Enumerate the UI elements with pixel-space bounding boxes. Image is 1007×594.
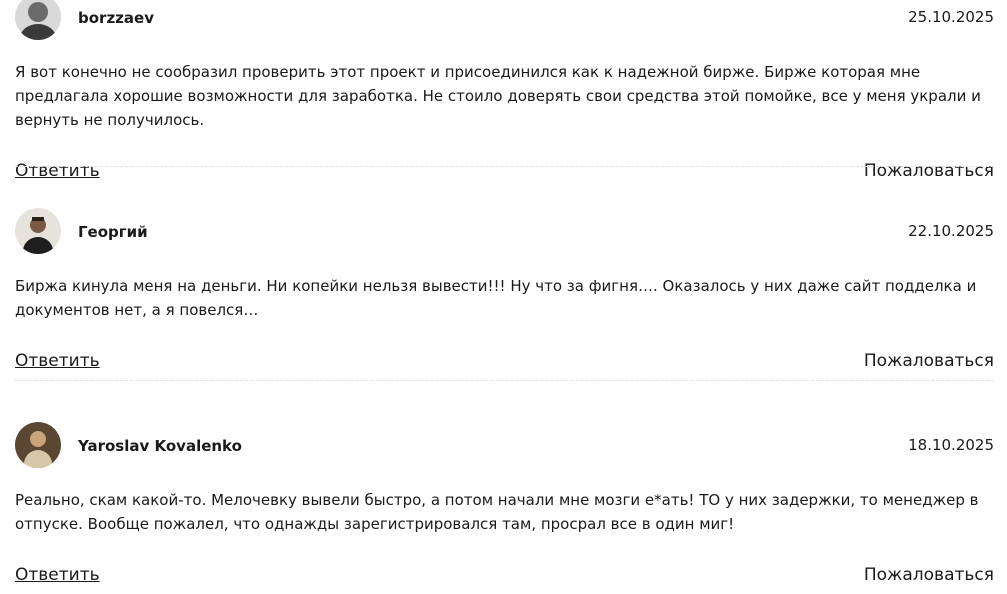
comment-author[interactable]: borzzaev	[78, 8, 154, 28]
comment-actions: Ответить Пожаловаться	[15, 564, 994, 594]
comment-author[interactable]: Георгий	[78, 222, 148, 242]
comment-actions: Ответить Пожаловаться	[15, 350, 994, 380]
comment-header: Yaroslav Kovalenko 18.10.2025	[15, 408, 994, 488]
user-avatar-icon[interactable]	[15, 422, 61, 468]
comment-actions: Ответить Пожаловаться	[15, 160, 994, 190]
report-link[interactable]: Пожаловаться	[864, 350, 994, 372]
comment-divider	[15, 380, 994, 381]
user-avatar-icon[interactable]	[15, 208, 61, 254]
comment-date: 25.10.2025	[908, 8, 994, 26]
comment-text: Я вот конечно не сообразил проверить это…	[15, 63, 981, 129]
comment: Георгий 22.10.2025 Биржа кинула меня на …	[15, 194, 994, 380]
comment-author[interactable]: Yaroslav Kovalenko	[78, 436, 242, 456]
comment-text: Биржа кинула меня на деньги. Ни копейки …	[15, 277, 977, 319]
comment: Yaroslav Kovalenko 18.10.2025 Реально, с…	[15, 408, 994, 594]
comment-divider	[15, 166, 994, 167]
comment-date: 18.10.2025	[908, 436, 994, 454]
reply-link[interactable]: Ответить	[15, 160, 100, 182]
comment: borzzaev 25.10.2025 Я вот конечно не соо…	[15, 0, 994, 190]
reply-link[interactable]: Ответить	[15, 350, 100, 372]
comment-header: Георгий 22.10.2025	[15, 194, 994, 274]
comment-text: Реально, скам какой-то. Мелочевку вывели…	[15, 491, 979, 533]
report-link[interactable]: Пожаловаться	[864, 160, 994, 182]
user-avatar-icon[interactable]	[15, 0, 61, 40]
comment-date: 22.10.2025	[908, 222, 994, 240]
comment-header: borzzaev 25.10.2025	[15, 0, 994, 60]
